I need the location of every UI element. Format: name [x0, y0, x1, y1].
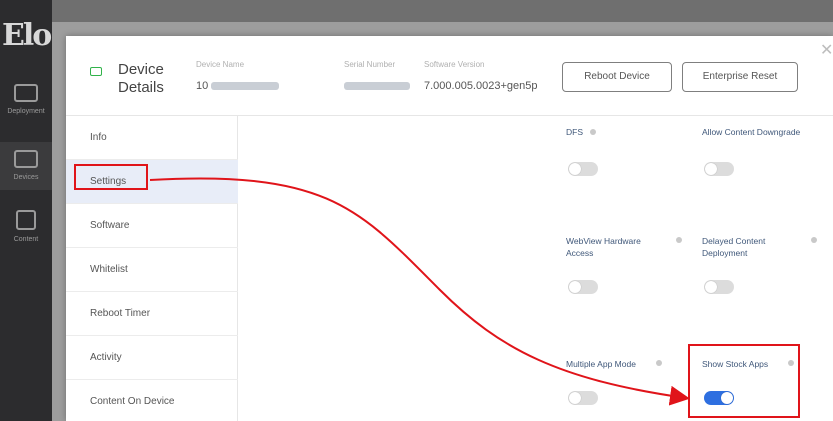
annotation-arrow — [149, 177, 690, 406]
